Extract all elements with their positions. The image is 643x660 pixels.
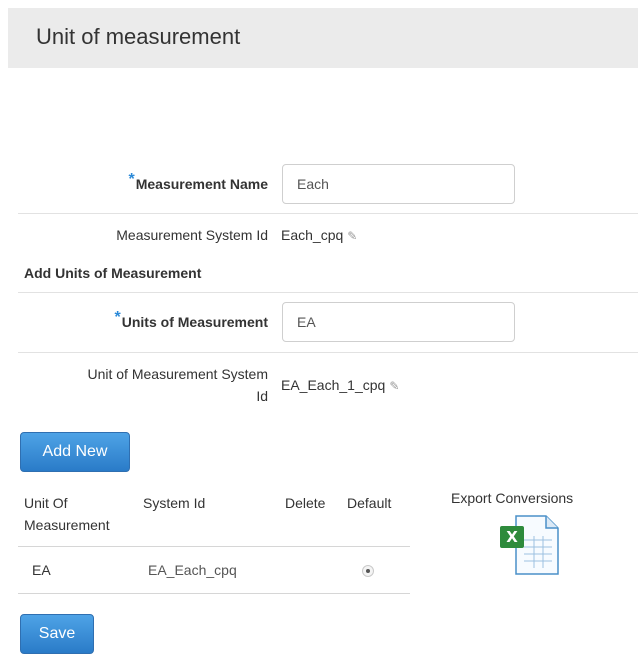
units-of-measurement-label: *Units of Measurement [114, 309, 268, 330]
table-header-system-id: System Id [143, 495, 206, 511]
table-header-unit: Unit Of Measurement [24, 495, 110, 533]
pencil-icon[interactable]: ✎ [389, 379, 399, 393]
table-cell-unit: EA [32, 562, 51, 578]
pencil-icon[interactable]: ✎ [347, 229, 357, 243]
required-marker: * [128, 171, 135, 188]
table-row-divider [18, 593, 410, 594]
add-new-button[interactable]: Add New [20, 432, 130, 472]
divider [18, 292, 638, 293]
table-header-delete: Delete [285, 495, 326, 511]
table-header-default: Default [347, 495, 392, 511]
add-units-section-title: Add Units of Measurement [24, 265, 202, 281]
measurement-name-label: *Measurement Name [128, 171, 268, 192]
table-cell-system-id: EA_Each_cpq [148, 562, 237, 578]
save-button[interactable]: Save [20, 614, 94, 654]
required-marker: * [114, 309, 121, 326]
units-of-measurement-input[interactable] [282, 302, 515, 342]
divider [18, 213, 638, 214]
svg-text:X: X [506, 528, 518, 546]
uom-system-id-label: Unit of Measurement System Id [87, 366, 268, 404]
excel-file-icon[interactable]: X [498, 514, 562, 576]
measurement-name-input[interactable] [282, 164, 515, 204]
page-title: Unit of measurement [36, 24, 241, 49]
default-radio[interactable] [362, 565, 374, 577]
uom-system-id-value: EA_Each_1_cpq ✎ [281, 377, 400, 393]
export-conversions-label: Export Conversions [451, 490, 574, 506]
page-header: Unit of measurement [8, 8, 638, 68]
divider [18, 352, 638, 353]
table-header-divider [18, 546, 410, 547]
measurement-system-id-label: Measurement System Id [116, 227, 268, 243]
measurement-system-id-value: Each_cpq ✎ [281, 227, 358, 243]
